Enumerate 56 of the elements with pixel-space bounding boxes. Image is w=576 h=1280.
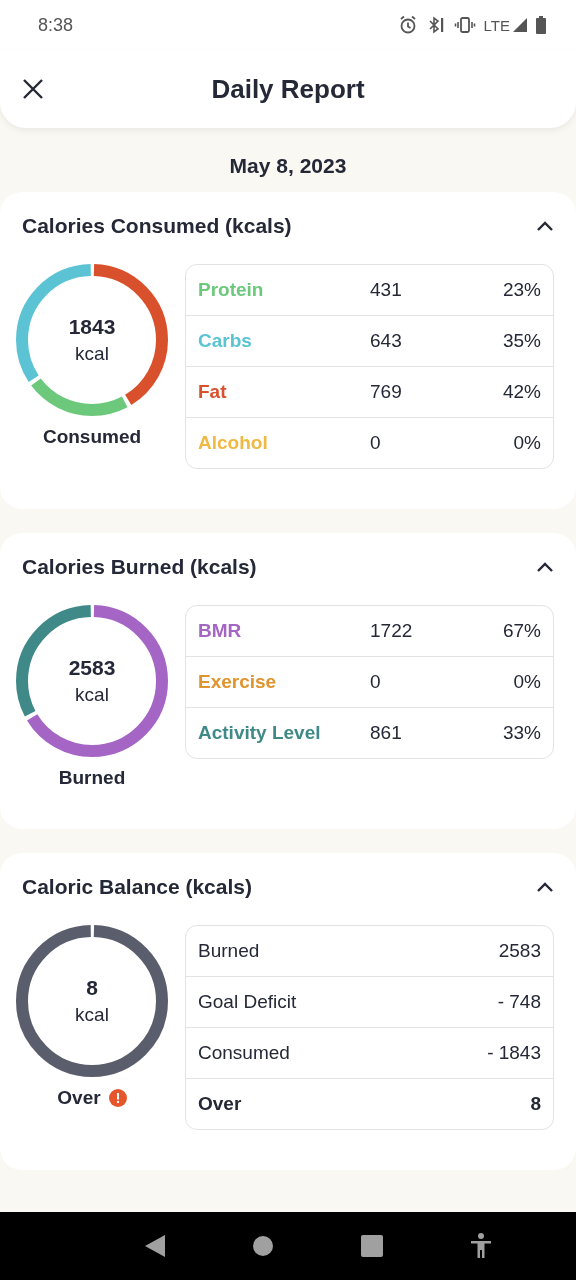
balance-label: Consumed [198, 1042, 291, 1064]
nutrient-label: Carbs [198, 330, 253, 352]
percent-value: 0% [513, 671, 541, 693]
nutrient-label: Activity Level [198, 722, 322, 744]
ring-unit: kcal [75, 1004, 109, 1026]
balance-label: Over [198, 1093, 243, 1115]
kcal-value: 861 [370, 722, 403, 744]
nutrient-label: Alcohol [198, 432, 269, 454]
ring-value: 8 [86, 976, 98, 1000]
close-icon [22, 78, 44, 100]
ring-value: 1843 [68, 315, 116, 339]
balance-value: - 1843 [487, 1042, 541, 1064]
battery-icon [536, 16, 546, 34]
kcal-value: 431 [370, 279, 403, 301]
chevron-icon [536, 220, 554, 232]
ring-value: 2583 [68, 656, 116, 680]
balance-value: 2583 [498, 940, 541, 962]
chevron-icon [536, 561, 554, 573]
status-time: 8:38 [38, 14, 74, 36]
kcal-value: 0 [370, 432, 382, 454]
balance-label: Goal Deficit [198, 991, 298, 1013]
ring-unit: kcal [75, 343, 109, 365]
kcal-value: 643 [370, 330, 403, 352]
balance-value: - 748 [497, 991, 541, 1013]
accessibility-icon[interactable] [470, 1233, 493, 1259]
percent-value: 42% [502, 381, 541, 403]
chevron-icon [536, 881, 554, 893]
nutrient-label: Fat [198, 381, 228, 403]
percent-value: 33% [502, 722, 541, 744]
percent-value: 23% [502, 279, 541, 301]
nutrient-label: Protein [198, 279, 265, 301]
balance-value: 8 [530, 1093, 541, 1115]
balance-label: Burned [198, 940, 261, 962]
kcal-value: 0 [370, 671, 382, 693]
ring-unit: kcal [75, 684, 109, 706]
percent-value: 67% [502, 620, 541, 642]
page-title: Daily Report [211, 73, 365, 105]
card-title: Caloric Balance (kcals) [22, 875, 252, 899]
nutrient-label: Exercise [198, 671, 278, 693]
ring-label: Over [57, 1087, 101, 1109]
signal-icon [512, 17, 528, 33]
percent-value: 0% [513, 432, 541, 454]
kcal-value: 769 [370, 381, 403, 403]
back-icon[interactable] [143, 1234, 166, 1258]
card-title: Calories Consumed (kcals) [22, 214, 292, 238]
ring-label: Burned [58, 767, 126, 789]
home-icon[interactable] [253, 1236, 274, 1256]
percent-value: 35% [502, 330, 541, 352]
ring-label: Consumed [42, 426, 142, 448]
network-label: LTE [483, 16, 510, 34]
kcal-value: 1722 [370, 620, 414, 642]
nutrient-label: BMR [198, 620, 243, 642]
recents-icon[interactable] [360, 1235, 383, 1257]
report-date: May 8, 2023 [229, 153, 347, 179]
vibrate-icon [453, 15, 476, 35]
card-title: Calories Burned (kcals) [22, 555, 257, 579]
